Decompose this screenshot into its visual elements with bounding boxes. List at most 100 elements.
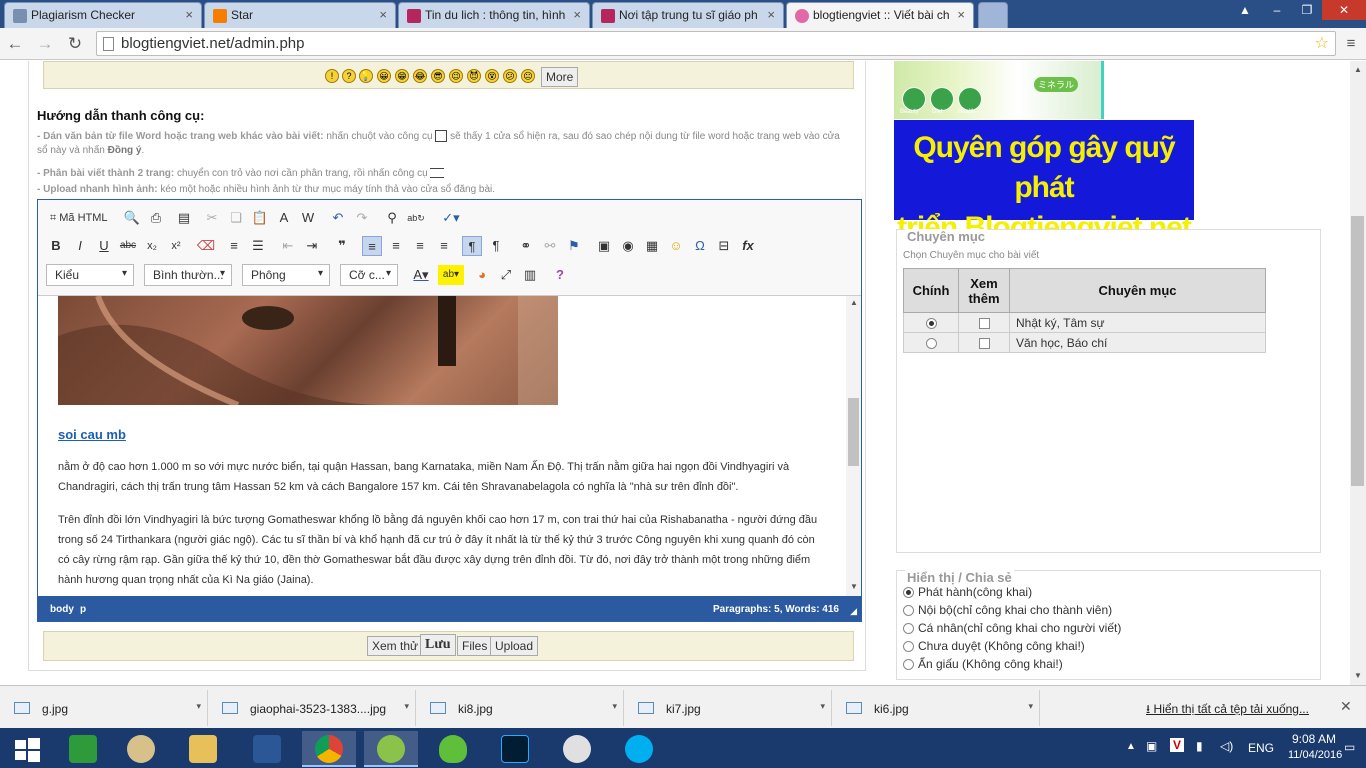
smiley-icon[interactable]: ? <box>342 69 356 83</box>
replace-icon[interactable]: ab↻ <box>406 208 426 228</box>
chevron-down-icon[interactable]: ▾ <box>196 701 201 712</box>
paste-word-icon[interactable]: W <box>298 208 318 228</box>
language-indicator[interactable]: ENG <box>1248 741 1274 755</box>
flash-icon[interactable]: ◉ <box>618 236 638 256</box>
taskbar-paint[interactable] <box>114 731 168 767</box>
cut-icon[interactable]: ✂ <box>202 208 222 228</box>
text-color-icon[interactable]: A▾ <box>408 265 434 285</box>
upload-button[interactable]: Upload <box>490 636 539 656</box>
smiley-icon[interactable]: 😈 <box>467 69 481 83</box>
download-item[interactable]: ki8.jpg ▾ <box>418 690 624 726</box>
show-blocks-icon[interactable]: ▥ <box>520 265 540 285</box>
radio[interactable] <box>903 623 914 635</box>
rtl-icon[interactable]: ¶ <box>486 236 506 256</box>
color-wheel-icon[interactable]: ◕ <box>472 265 492 285</box>
more-smileys-button[interactable]: More <box>541 67 579 87</box>
size-select[interactable]: Cỡ c... <box>340 264 398 286</box>
scroll-up-icon[interactable]: ▲ <box>1350 65 1366 74</box>
restore-button[interactable]: ❐ <box>1292 0 1322 20</box>
scroll-down-icon[interactable]: ▼ <box>1350 671 1366 680</box>
taskbar-tool[interactable] <box>550 731 604 767</box>
main-radio[interactable] <box>925 317 937 329</box>
close-icon[interactable]: × <box>185 7 193 22</box>
smiley-icon[interactable]: 😐 <box>521 69 535 83</box>
post-paragraph[interactable]: nằm ở độ cao hơn 1.000 m so với mực nước… <box>58 457 828 497</box>
radio[interactable] <box>903 641 914 653</box>
volume-icon[interactable]: ◁) <box>1220 739 1233 753</box>
table-icon[interactable]: ▦ <box>642 236 662 256</box>
align-justify-icon[interactable]: ≡ <box>434 236 454 256</box>
image-icon[interactable]: ▣ <box>594 236 614 256</box>
spellcheck-icon[interactable]: ✓▾ <box>436 208 466 228</box>
taskbar-app[interactable] <box>364 731 418 767</box>
tab-blogtiengviet[interactable]: blogtiengviet :: Viết bài ch × <box>786 2 974 28</box>
chevron-down-icon[interactable]: ▾ <box>1028 701 1033 712</box>
signal-icon[interactable]: ▮ <box>1196 739 1203 753</box>
editor-content[interactable]: soi cau mb nằm ở độ cao hơn 1.000 m so v… <box>38 296 861 596</box>
download-item[interactable]: giaophai-3523-1383....jpg ▾ <box>210 690 416 726</box>
smiley-icon[interactable]: 😵 <box>485 69 499 83</box>
back-button[interactable]: ← <box>4 33 26 55</box>
scroll-thumb[interactable] <box>848 398 859 466</box>
path-body[interactable]: body <box>50 604 74 615</box>
scroll-thumb[interactable] <box>1351 216 1364 486</box>
chevron-down-icon[interactable]: ▾ <box>820 701 825 712</box>
editor-scrollbar[interactable]: ▲ ▼ <box>846 296 861 596</box>
download-item[interactable]: ki6.jpg ▾ <box>834 690 1040 726</box>
smiley-icon[interactable]: 😂 <box>413 69 427 83</box>
taskbar-photoshop[interactable] <box>488 731 542 767</box>
close-icon[interactable]: ✕ <box>1340 698 1352 715</box>
show-all-downloads-link[interactable]: ⭳ Hiển thị tất cả tệp tải xuống... <box>1146 700 1309 721</box>
notifications-icon[interactable]: ▭ <box>1344 740 1355 754</box>
star-icon[interactable]: ☆ <box>1315 33 1329 53</box>
donation-banner[interactable]: Quyên góp gây quỹ phát triển Blogtiengvi… <box>894 120 1194 244</box>
chevron-down-icon[interactable]: ▾ <box>404 701 409 712</box>
smiley-icon[interactable]: 😁 <box>395 69 409 83</box>
download-item[interactable]: g.jpg ▾ <box>2 690 208 726</box>
visibility-option-private[interactable]: Cá nhân(chỉ công khai cho người viết) <box>903 619 1121 637</box>
user-icon[interactable]: ▲ <box>1230 0 1260 20</box>
clock-date[interactable]: 11/04/2016 <box>1288 749 1342 761</box>
smiley-icon[interactable]: 😀 <box>377 69 391 83</box>
visibility-option-hidden[interactable]: Ẩn giấu (Không công khai!) <box>903 655 1063 673</box>
bold-icon[interactable]: B <box>46 236 66 256</box>
close-window-button[interactable]: ✕ <box>1322 0 1366 20</box>
tab-noi-tap-trung[interactable]: Nơi tập trung tu sĩ giáo ph × <box>592 2 784 28</box>
path-p[interactable]: p <box>80 604 86 615</box>
close-icon[interactable]: × <box>957 7 965 22</box>
align-left-icon[interactable]: ≡ <box>362 236 382 256</box>
preview-icon[interactable]: 🔍 <box>122 208 142 228</box>
menu-icon[interactable]: ≡ <box>1340 33 1362 55</box>
formula-icon[interactable]: fx <box>738 236 758 256</box>
clock-time[interactable]: 9:08 AM <box>1292 732 1336 746</box>
post-paragraph[interactable]: Trên đỉnh đồi lớn Vindhyagiri là bức tượ… <box>58 510 828 590</box>
ltr-icon[interactable]: ¶ <box>462 236 482 256</box>
radio[interactable] <box>903 659 914 671</box>
close-icon[interactable]: × <box>573 7 581 22</box>
radio[interactable] <box>903 605 914 617</box>
unlink-icon[interactable]: ⚯ <box>540 236 560 256</box>
smiley-icon[interactable]: 😉 <box>449 69 463 83</box>
undo-icon[interactable]: ↶ <box>328 208 348 228</box>
ad-banner-top[interactable]: ミネラル Beauty Diet Health <box>894 61 1104 119</box>
visibility-option-internal[interactable]: Nội bộ(chỉ công khai cho thành viên) <box>903 601 1112 619</box>
save-button[interactable]: Lưu <box>420 634 456 656</box>
post-link[interactable]: soi cau mb <box>58 427 126 442</box>
tray-arrow-icon[interactable]: ▲ <box>1126 741 1136 752</box>
print-icon[interactable]: ⎙ <box>146 208 166 228</box>
underline-icon[interactable]: U <box>94 236 114 256</box>
paste-text-icon[interactable]: A <box>274 208 294 228</box>
resize-handle-icon[interactable]: ◢ <box>850 606 857 617</box>
bg-color-icon[interactable]: ab▾ <box>438 265 464 285</box>
tab-star[interactable]: Star × <box>204 2 396 28</box>
taskbar-parrot[interactable] <box>426 731 480 767</box>
align-center-icon[interactable]: ≡ <box>386 236 406 256</box>
start-button[interactable] <box>0 731 54 767</box>
taskbar-word[interactable] <box>240 731 294 767</box>
main-radio[interactable] <box>925 337 937 349</box>
download-item[interactable]: ki7.jpg ▾ <box>626 690 832 726</box>
smiley-icon[interactable]: ☺ <box>666 236 686 256</box>
remove-format-icon[interactable]: ⌫ <box>196 236 216 256</box>
scroll-up-icon[interactable]: ▲ <box>846 298 862 307</box>
radio[interactable] <box>903 587 914 599</box>
